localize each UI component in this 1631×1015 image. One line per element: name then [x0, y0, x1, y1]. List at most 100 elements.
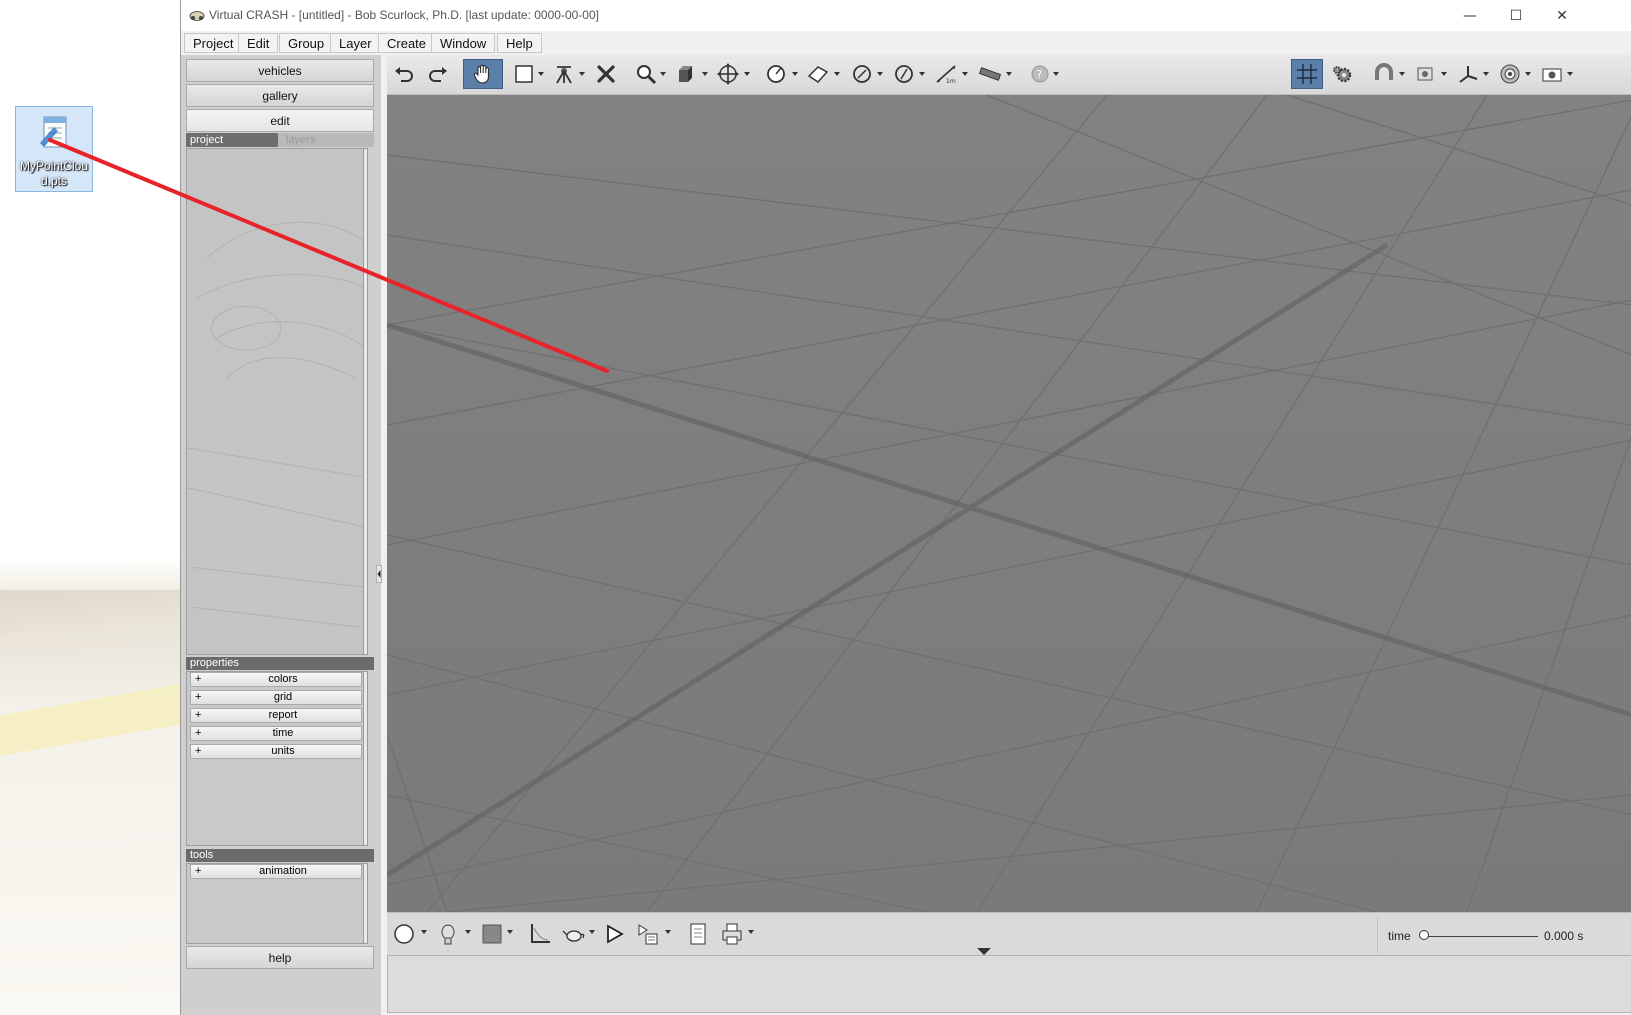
target-button[interactable]: [1495, 59, 1525, 89]
report-button[interactable]: [683, 920, 713, 948]
menu-create[interactable]: Create: [378, 33, 436, 53]
chevron-down-icon[interactable]: [421, 930, 427, 934]
property-report[interactable]: + report: [190, 708, 362, 723]
chevron-down-icon[interactable]: [538, 72, 544, 76]
shape-circle-button[interactable]: [389, 920, 419, 948]
delete-x-icon: [597, 65, 615, 83]
delete-button[interactable]: [591, 59, 621, 89]
camera-view-button[interactable]: [1411, 59, 1441, 89]
gallery-button[interactable]: gallery: [186, 84, 374, 107]
zoom-button[interactable]: [631, 59, 661, 89]
chevron-down-icon[interactable]: [1525, 72, 1531, 76]
chevron-down-icon[interactable]: [834, 72, 840, 76]
head-model-button[interactable]: [433, 920, 463, 948]
chevron-down-icon[interactable]: [507, 930, 513, 934]
chevron-down-icon[interactable]: [792, 72, 798, 76]
hand-icon: [473, 64, 489, 84]
circle-measure-icon: [767, 65, 785, 83]
document-icon: [690, 923, 706, 945]
tab-layers[interactable]: layers: [282, 133, 374, 147]
magnifier-icon: [637, 65, 657, 85]
tape-button[interactable]: [975, 59, 1005, 89]
property-grid[interactable]: + grid: [190, 690, 362, 705]
chevron-down-icon[interactable]: [660, 72, 666, 76]
chevron-down-icon[interactable]: [744, 72, 750, 76]
color-swatch-button[interactable]: [477, 920, 507, 948]
play-list-button[interactable]: [633, 920, 663, 948]
angle-button[interactable]: [889, 59, 919, 89]
undo-button[interactable]: [389, 59, 419, 89]
time-value: 0.000 s: [1544, 929, 1584, 943]
menu-group[interactable]: Group: [279, 33, 334, 53]
pan-tool-button[interactable]: [463, 59, 503, 89]
tools-scrollbar[interactable]: [363, 863, 368, 944]
tool-pivot-button[interactable]: [549, 59, 579, 89]
menu-project[interactable]: Project: [184, 33, 243, 53]
3d-viewport[interactable]: [387, 95, 1631, 912]
desktop-file-icon[interactable]: MyPointCloud.pts: [15, 106, 93, 192]
view-cube-button[interactable]: [671, 59, 701, 89]
menu-edit[interactable]: Edit: [238, 33, 279, 53]
help-tool-button[interactable]: ?: [1025, 59, 1055, 89]
maximize-button[interactable]: ☐: [1493, 0, 1539, 31]
close-button[interactable]: ✕: [1539, 0, 1585, 31]
chevron-down-icon[interactable]: [748, 930, 754, 934]
chevron-down-icon[interactable]: [1567, 72, 1573, 76]
surface-button[interactable]: [803, 59, 833, 89]
chevron-down-icon[interactable]: [877, 72, 883, 76]
collapse-bottom-icon[interactable]: [977, 948, 991, 955]
minimize-button[interactable]: —: [1447, 0, 1493, 31]
menu-layer[interactable]: Layer: [330, 33, 381, 53]
property-colors[interactable]: + colors: [190, 672, 362, 687]
tool-animation[interactable]: + animation: [190, 864, 362, 879]
chevron-down-icon[interactable]: [1053, 72, 1059, 76]
property-units[interactable]: + units: [190, 744, 362, 759]
properties-scrollbar[interactable]: [363, 671, 368, 846]
move-button[interactable]: [713, 59, 743, 89]
chevron-down-icon[interactable]: [579, 72, 585, 76]
chevron-down-icon[interactable]: [702, 72, 708, 76]
title-bar[interactable]: Virtual CRASH - [untitled] - Bob Scurloc…: [181, 0, 1631, 31]
chevron-down-icon[interactable]: [589, 930, 595, 934]
measure-circle-button[interactable]: [761, 59, 791, 89]
app-window: Virtual CRASH - [untitled] - Bob Scurloc…: [180, 0, 1631, 1015]
project-tree-scrollbar[interactable]: [363, 148, 368, 655]
redo-button[interactable]: [423, 59, 453, 89]
graph-button[interactable]: [525, 920, 555, 948]
desktop-wallpaper-road: [0, 590, 180, 660]
chevron-down-icon[interactable]: [1441, 72, 1447, 76]
expand-icon: +: [195, 745, 202, 757]
chevron-down-icon[interactable]: [665, 930, 671, 934]
magnet-button[interactable]: [1369, 59, 1399, 89]
chevron-down-icon[interactable]: [1006, 72, 1012, 76]
property-time[interactable]: + time: [190, 726, 362, 741]
edit-button[interactable]: edit: [186, 109, 374, 132]
collapse-panel-icon[interactable]: [376, 565, 382, 583]
expand-icon: +: [195, 865, 202, 877]
camera-icon: [1542, 68, 1562, 82]
time-slider-track[interactable]: [1423, 936, 1538, 937]
time-slider-handle[interactable]: [1419, 930, 1429, 940]
chevron-down-icon[interactable]: [962, 72, 968, 76]
project-tree[interactable]: [186, 148, 368, 655]
settings-button[interactable]: [1327, 59, 1357, 89]
teapot-button[interactable]: [559, 920, 589, 948]
select-rect-button[interactable]: [509, 59, 539, 89]
chevron-down-icon[interactable]: [1399, 72, 1405, 76]
chevron-down-icon[interactable]: [465, 930, 471, 934]
vehicles-button[interactable]: vehicles: [186, 59, 374, 82]
play-list-icon: [638, 924, 658, 945]
tab-project[interactable]: project: [186, 133, 278, 147]
arc-button[interactable]: [847, 59, 877, 89]
menu-help[interactable]: Help: [497, 33, 542, 53]
menu-window[interactable]: Window: [431, 33, 496, 53]
chevron-down-icon[interactable]: [919, 72, 925, 76]
help-button[interactable]: help: [186, 946, 374, 969]
play-button[interactable]: [599, 920, 629, 948]
screen-capture-button[interactable]: [1537, 59, 1567, 89]
axes-button[interactable]: [1453, 59, 1483, 89]
grid-toggle-button[interactable]: [1291, 59, 1323, 89]
print-button[interactable]: [717, 920, 747, 948]
chevron-down-icon[interactable]: [1483, 72, 1489, 76]
distance-button[interactable]: 1m: [931, 59, 961, 89]
